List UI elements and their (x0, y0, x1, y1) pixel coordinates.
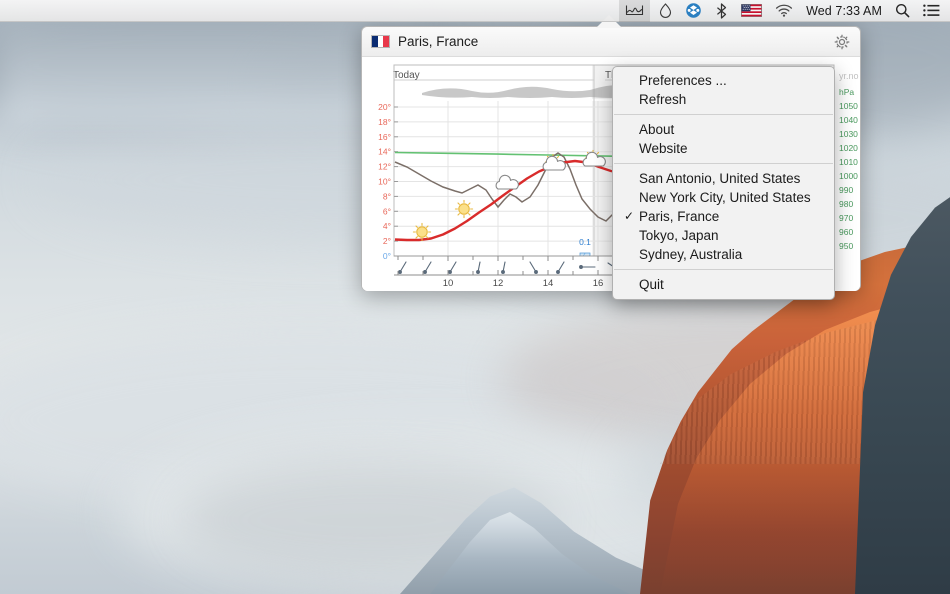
temp-tick-20: 20° (378, 102, 391, 112)
bluetooth-icon (717, 2, 727, 19)
menu-item-label: Preferences ... (639, 73, 727, 88)
hour-tick-16: 16 (593, 278, 604, 289)
menu-item-san-antonio[interactable]: San Antonio, United States (613, 169, 834, 188)
temp-tick-10: 10° (378, 177, 391, 187)
hour-tick-12: 12 (493, 278, 504, 289)
temp-tick-18: 18° (378, 117, 391, 127)
menu-item-label: Paris, France (639, 209, 720, 224)
temp-tick-8: 8° (383, 191, 391, 201)
gear-glyph (834, 34, 850, 50)
menu-separator (614, 163, 833, 164)
menu-item-refresh[interactable]: Refresh (613, 90, 834, 109)
day-label-today: Today (393, 70, 420, 81)
menubar-droplet-icon[interactable] (659, 0, 672, 22)
temp-tick-4: 4° (383, 221, 391, 231)
menubar-us-flag-icon[interactable] (741, 0, 763, 22)
menubar-bluetooth-icon[interactable] (715, 0, 728, 22)
temp-tick-0: 0° (383, 251, 391, 261)
pressure-tick-950: 950 (839, 241, 853, 251)
menu-bar: Wed 7:33 AM (0, 0, 950, 22)
pressure-tick-1020: 1020 (839, 143, 858, 153)
dropbox-icon (686, 3, 701, 18)
menu-separator (614, 269, 833, 270)
notification-list-icon (923, 4, 940, 17)
pressure-tick-1050: 1050 (839, 101, 858, 111)
menu-item-label: San Antonio, United States (639, 171, 801, 186)
temp-tick-2: 2° (383, 236, 391, 246)
popup-header: Paris, France (362, 27, 860, 57)
pressure-tick-1040: 1040 (839, 115, 858, 125)
pressure-tick-980: 980 (839, 199, 853, 209)
temp-tick-6: 6° (383, 206, 391, 216)
menubar-clock[interactable]: Wed 7:33 AM (806, 0, 882, 22)
pressure-tick-1010: 1010 (839, 157, 858, 167)
menu-item-paris[interactable]: ✓ Paris, France (613, 207, 834, 226)
weather-graph-icon (626, 5, 644, 16)
droplet-icon (660, 3, 672, 18)
menubar-wifi-icon[interactable] (775, 0, 793, 22)
temp-tick-14: 14° (378, 147, 391, 157)
us-flag-icon (741, 4, 763, 17)
menu-item-new-york-city[interactable]: New York City, United States (613, 188, 834, 207)
menu-item-quit[interactable]: Quit (613, 275, 834, 294)
pressure-tick-970: 970 (839, 213, 853, 223)
france-flag-icon (371, 35, 390, 48)
wifi-icon (776, 4, 793, 17)
pressure-tick-1000: 1000 (839, 171, 858, 181)
menu-item-label: Tokyo, Japan (639, 228, 719, 243)
menu-item-sydney[interactable]: Sydney, Australia (613, 245, 834, 264)
chart-attribution: yr.no (839, 71, 859, 81)
precip-label: 0.1 (579, 237, 591, 247)
pressure-tick-960: 960 (839, 227, 853, 237)
menu-separator (614, 114, 833, 115)
popup-city-title: Paris, France (398, 34, 479, 49)
menu-check-icon: ✓ (624, 209, 635, 223)
menu-item-tokyo[interactable]: Tokyo, Japan (613, 226, 834, 245)
menubar-notification-list-icon[interactable] (923, 0, 940, 22)
menu-item-label: Quit (639, 277, 664, 292)
context-menu: Preferences ... Refresh About Website Sa… (612, 66, 835, 300)
menu-item-label: New York City, United States (639, 190, 811, 205)
menubar-dropbox-icon[interactable] (685, 0, 702, 22)
temp-tick-12: 12° (378, 162, 391, 172)
hour-tick-10: 10 (443, 278, 454, 289)
menu-item-label: About (639, 122, 675, 137)
menu-item-label: Refresh (639, 92, 687, 107)
menubar-search-icon[interactable] (895, 0, 910, 22)
temp-tick-16: 16° (378, 132, 391, 142)
menu-item-website[interactable]: Website (613, 139, 834, 158)
pressure-unit: hPa (839, 87, 854, 97)
menu-item-label: Sydney, Australia (639, 247, 743, 262)
pressure-tick-990: 990 (839, 185, 853, 195)
pressure-tick-1030: 1030 (839, 129, 858, 139)
menu-item-label: Website (639, 141, 688, 156)
menu-item-preferences[interactable]: Preferences ... (613, 71, 834, 90)
gear-icon[interactable] (834, 34, 850, 50)
menu-item-about[interactable]: About (613, 120, 834, 139)
search-icon (896, 4, 910, 18)
menubar-weather-graph-icon[interactable] (619, 0, 651, 22)
hour-tick-14: 14 (543, 278, 554, 289)
